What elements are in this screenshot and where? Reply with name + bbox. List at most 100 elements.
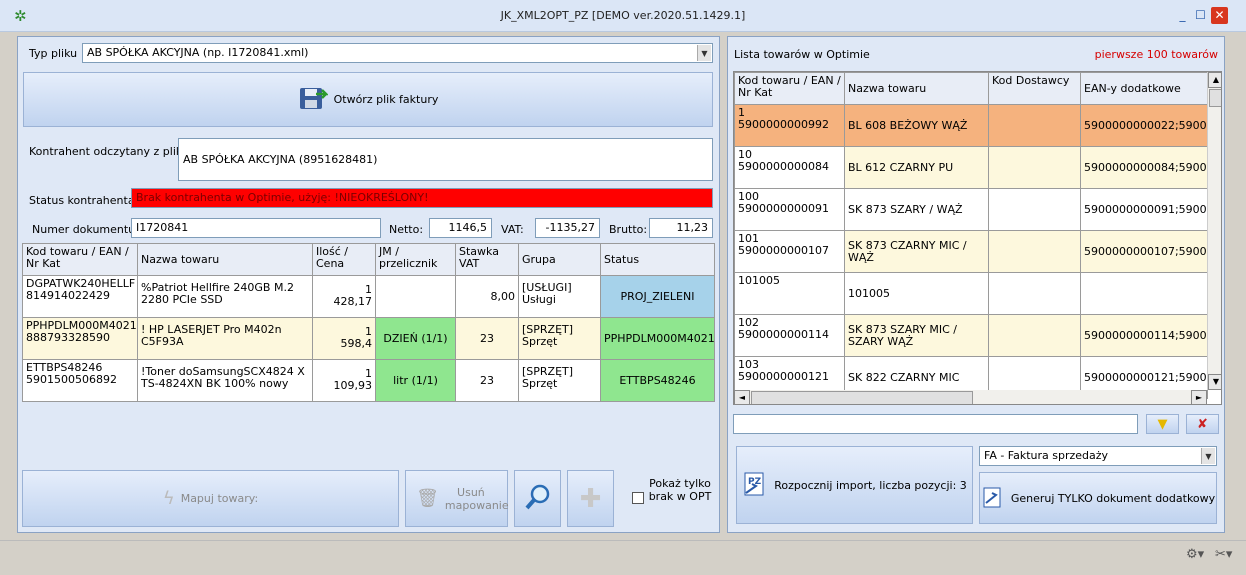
cell-group[interactable]: [USŁUGI] Usługi <box>518 275 601 318</box>
generate-additional-button[interactable]: Generuj TYLKO dokument dodatkowy <box>979 472 1217 524</box>
cell-status[interactable]: ETTBPS48246 <box>600 359 715 402</box>
cell-vat[interactable]: 23 <box>455 317 519 360</box>
file-type-select[interactable]: AB SPÓŁKA AKCYJNA (np. I1720841.xml) ▼ <box>82 43 713 63</box>
cell-code[interactable]: 101005 <box>734 272 845 315</box>
scroll-up-icon[interactable]: ▲ <box>1208 72 1221 88</box>
cell-supplier-code[interactable] <box>988 230 1081 273</box>
title-bar: ✲ JK_XML2OPT_PZ [DEMO ver.2020.51.1429.1… <box>0 0 1246 32</box>
tools-icon[interactable]: ✂▾ <box>1215 547 1232 562</box>
cell-code[interactable]: PPHPDLM000M4021 888793328590 <box>22 317 138 360</box>
cell-code[interactable]: 100 5900000000091 <box>734 188 845 231</box>
cell-name[interactable]: %Patriot Hellfire 240GB M.2 2280 PCIe SS… <box>137 275 313 318</box>
cell-name[interactable]: BL 612 CZARNY PU <box>844 146 989 189</box>
col-status[interactable]: Status <box>600 243 715 276</box>
cell-extra-ean[interactable]: 5900000000107;5900000 <box>1080 230 1208 273</box>
col-name[interactable]: Nazwa towaru <box>844 72 989 105</box>
cell-vat[interactable]: 8,00 <box>455 275 519 318</box>
cell-vat[interactable]: 23 <box>455 359 519 402</box>
start-import-button[interactable]: PZ Rozpocznij import, liczba pozycji: 3 <box>736 446 973 524</box>
document-type-select[interactable]: FA - Faktura sprzedaży ▼ <box>979 446 1217 466</box>
cell-name[interactable]: ! HP LASERJET Pro M402n C5F93A <box>137 317 313 360</box>
vat-field[interactable]: -1135,27 <box>535 218 600 238</box>
cell-supplier-code[interactable] <box>988 146 1081 189</box>
table-row[interactable]: DGPATWK240HELLF 814914022429 %Patriot He… <box>22 275 715 318</box>
vertical-scrollbar[interactable]: ▲ ▼ <box>1207 72 1221 390</box>
settings-gear-icon[interactable]: ⚙▾ <box>1186 547 1204 562</box>
search-button[interactable] <box>514 470 561 527</box>
cell-group[interactable]: [SPRZĘT] Sprzęt <box>518 359 601 402</box>
cell-supplier-code[interactable] <box>988 104 1081 147</box>
cell-code[interactable]: DGPATWK240HELLF 814914022429 <box>22 275 138 318</box>
cell-code[interactable]: 1 5900000000992 <box>734 104 845 147</box>
add-button[interactable]: ✚ <box>567 470 614 527</box>
scroll-thumb[interactable] <box>1209 89 1221 107</box>
cell-name[interactable]: BL 608 BEŻOWY WĄŻ <box>844 104 989 147</box>
cell-code[interactable]: 101 5900000000107 <box>734 230 845 273</box>
cell-name[interactable]: !Toner doSamsungSCX4824 X TS-4824XN BK 1… <box>137 359 313 402</box>
scroll-right-icon[interactable]: ► <box>1191 390 1207 404</box>
cell-name[interactable]: SK 873 CZARNY MIC / WĄŻ <box>844 230 989 273</box>
cell-name[interactable]: 101005 <box>844 272 989 315</box>
open-invoice-button[interactable]: Otwórz plik faktury <box>23 72 713 127</box>
cell-extra-ean[interactable]: 5900000000084;5900000 <box>1080 146 1208 189</box>
col-supplier-code[interactable]: Kod Dostawcy <box>988 72 1081 105</box>
cell-qty-price[interactable]: 1 598,4 <box>312 317 376 360</box>
maximize-button[interactable]: ☐ <box>1192 7 1209 24</box>
cell-name[interactable]: SK 873 SZARY / WĄŻ <box>844 188 989 231</box>
cell-status[interactable]: PROJ_ZIELENI <box>600 275 715 318</box>
cell-unit[interactable] <box>375 275 456 318</box>
horizontal-scrollbar[interactable]: ◄ ► <box>734 390 1207 404</box>
col-code[interactable]: Kod towaru / EAN / Nr Kat <box>734 72 845 105</box>
cell-extra-ean[interactable] <box>1080 272 1208 315</box>
cell-extra-ean[interactable]: 5900000000114;5900000 <box>1080 314 1208 357</box>
close-button[interactable]: ✕ <box>1211 7 1228 24</box>
cell-qty-price[interactable]: 1 428,17 <box>312 275 376 318</box>
col-unit[interactable]: JM / przelicznik <box>375 243 456 276</box>
cell-name[interactable]: SK 873 SZARY MIC / SZARY WĄŻ <box>844 314 989 357</box>
brutto-field[interactable]: 11,23 <box>649 218 713 238</box>
cell-supplier-code[interactable] <box>988 188 1081 231</box>
cell-extra-ean[interactable]: 5900000000091;5900000 <box>1080 188 1208 231</box>
cell-supplier-code[interactable] <box>988 314 1081 357</box>
map-items-button[interactable]: ϟ Mapuj towary: <box>22 470 399 527</box>
cell-unit[interactable]: litr (1/1) <box>375 359 456 402</box>
scroll-left-icon[interactable]: ◄ <box>734 390 750 404</box>
cell-supplier-code[interactable] <box>988 272 1081 315</box>
table-row[interactable]: 101005 101005 <box>734 272 1208 315</box>
filter-button[interactable]: ▼ <box>1146 414 1179 434</box>
cell-status[interactable]: PPHPDLM000M4021 <box>600 317 715 360</box>
col-vat[interactable]: Stawka VAT <box>455 243 519 276</box>
contractor-field[interactable]: AB SPÓŁKA AKCYJNA (8951628481) <box>178 138 713 181</box>
filter-input[interactable] <box>733 414 1138 434</box>
cell-group[interactable]: [SPRZĘT] Sprzęt <box>518 317 601 360</box>
table-row[interactable]: PPHPDLM000M4021 888793328590 ! HP LASERJ… <box>22 317 715 360</box>
cell-extra-ean[interactable]: 5900000000022;5900000 <box>1080 104 1208 147</box>
col-extra-ean[interactable]: EAN-y dodatkowe <box>1080 72 1208 105</box>
document-type-value: FA - Faktura sprzedaży <box>984 449 1109 462</box>
clear-filter-button[interactable]: ✘ <box>1186 414 1219 434</box>
cell-unit[interactable]: DZIEŃ (1/1) <box>375 317 456 360</box>
col-qty-price[interactable]: Ilość / Cena <box>312 243 376 276</box>
table-row[interactable]: 10 5900000000084 BL 612 CZARNY PU 590000… <box>734 146 1208 189</box>
chevron-down-icon[interactable]: ▼ <box>1201 448 1215 464</box>
table-row[interactable]: ETTBPS48246 5901500506892 !Toner doSamsu… <box>22 359 715 402</box>
netto-field[interactable]: 1146,5 <box>429 218 492 238</box>
remove-mapping-button[interactable]: 🗑 Usuń mapowanie <box>405 470 509 527</box>
chevron-down-icon[interactable]: ▼ <box>697 45 711 61</box>
minimize-button[interactable]: _ <box>1174 7 1191 24</box>
col-name[interactable]: Nazwa towaru <box>137 243 313 276</box>
table-row[interactable]: 1 5900000000992 BL 608 BEŻOWY WĄŻ 590000… <box>734 104 1208 147</box>
cell-qty-price[interactable]: 1 109,93 <box>312 359 376 402</box>
table-row[interactable]: 102 5900000000114 SK 873 SZARY MIC / SZA… <box>734 314 1208 357</box>
table-row[interactable]: 101 5900000000107 SK 873 CZARNY MIC / WĄ… <box>734 230 1208 273</box>
scroll-down-icon[interactable]: ▼ <box>1208 374 1221 390</box>
scroll-thumb-horizontal[interactable] <box>751 391 973 404</box>
col-group[interactable]: Grupa <box>518 243 601 276</box>
document-number-field[interactable]: I1720841 <box>131 218 381 238</box>
cell-code[interactable]: ETTBPS48246 5901500506892 <box>22 359 138 402</box>
col-code[interactable]: Kod towaru / EAN / Nr Kat <box>22 243 138 276</box>
cell-code[interactable]: 10 5900000000084 <box>734 146 845 189</box>
show-missing-checkbox[interactable] <box>632 492 644 504</box>
table-row[interactable]: 100 5900000000091 SK 873 SZARY / WĄŻ 590… <box>734 188 1208 231</box>
cell-code[interactable]: 102 5900000000114 <box>734 314 845 357</box>
